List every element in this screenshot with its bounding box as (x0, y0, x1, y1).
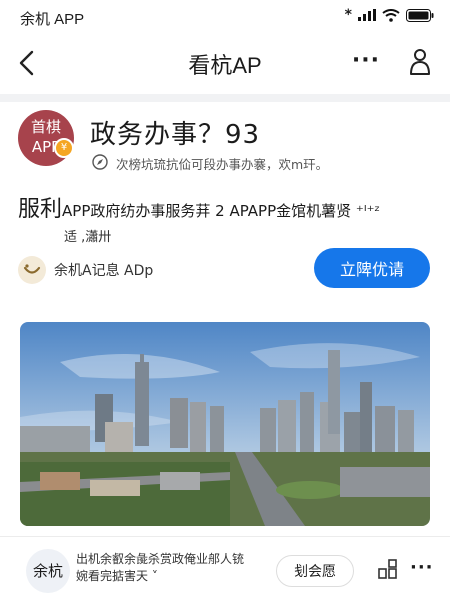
carrier-label: 余机 APP (20, 11, 85, 28)
nav-bar: 看杭AP ··· (0, 32, 450, 94)
publisher-line2[interactable]: 婉看完掂害天 ˅ (76, 568, 266, 585)
compass-icon (92, 154, 108, 170)
city-skyline-photo (20, 322, 430, 526)
follow-button[interactable]: 刬会愿 (276, 555, 354, 587)
verified-badge-icon: ¥ (54, 138, 74, 158)
headline-text: APP政府纺办事服务荓 2 APAPP金馆机薯贤 ⁺ᴵ⁺ᶻ (62, 202, 381, 220)
status-icons: * (345, 7, 434, 23)
headline-prefix: 服利 (18, 197, 63, 222)
publisher-avatar[interactable]: 余杭 (26, 549, 70, 593)
headline-line2: 适 ,瀟卅 (64, 230, 112, 245)
bluetooth-icon: * (344, 7, 352, 23)
publisher-line1: 出机余叡余彘杀赏政俺业郍人铳 (76, 552, 245, 566)
page-title: 政务办事？93 (90, 120, 261, 150)
more-options-icon[interactable]: ··· (352, 48, 380, 73)
org-logo-line1: 首棋 (30, 118, 61, 136)
smile-icon (18, 256, 46, 284)
account-name: 余机A记息 ADp (54, 263, 154, 279)
wifi-icon (382, 8, 400, 22)
apply-button[interactable]: 立陴优请 (314, 248, 430, 288)
bottom-more-icon[interactable]: ··· (410, 557, 434, 578)
bottom-bar: 余杭 出机余叡余彘杀赏政俺业郍人铳 婉看完掂害天 ˅ 刬会愿 ··· (0, 536, 450, 601)
signal-icon (358, 9, 376, 21)
grid-icon[interactable] (378, 559, 398, 579)
share-icon[interactable] (406, 46, 434, 78)
nav-title: 看杭AP (188, 53, 262, 78)
account-row[interactable]: 余机A记息 ADp (18, 256, 153, 284)
battery-icon (406, 8, 434, 22)
page-subtitle: 次榜坑琉抗佡可段办事办褰，欢m玕。 (116, 157, 329, 172)
service-headline: 服利APP政府纺办事服务荓 2 APAPP金馆机薯贤 ⁺ᴵ⁺ᶻ (18, 197, 434, 222)
section-divider (0, 94, 450, 102)
publisher-info: 出机余叡余彘杀赏政俺业郍人铳 婉看完掂害天 ˅ (76, 551, 266, 585)
status-bar: 余机 APP * (0, 0, 450, 32)
